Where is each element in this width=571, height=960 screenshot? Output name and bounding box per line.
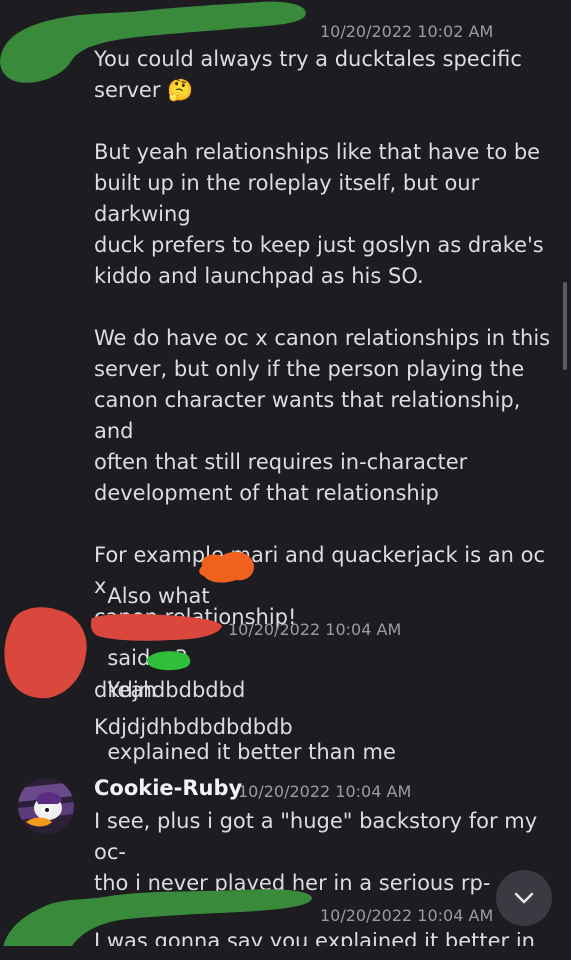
message-line xyxy=(94,292,554,323)
message-line xyxy=(94,509,554,540)
message-line xyxy=(94,106,554,137)
message-line: development of that relationship xyxy=(94,481,439,505)
message-line: kiddo and launchpad as his SO. xyxy=(94,264,424,288)
redacted-avatar xyxy=(4,607,87,699)
message-line: duck prefers to keep just goslyn as drak… xyxy=(94,233,544,257)
composer-edge xyxy=(0,946,571,960)
message-line: server, but only if the person playing t… xyxy=(94,357,525,381)
redacted-name xyxy=(90,614,222,641)
message-line: You could always try a ducktales specifi… xyxy=(94,47,522,71)
message-timestamp: 10/20/2022 10:04 AM xyxy=(228,620,402,639)
author-name[interactable]: Cookie-Ruby xyxy=(94,776,242,800)
message-line: built up in the roleplay itself, but our… xyxy=(94,171,486,226)
message-line: Yeah explained it better than me xyxy=(94,644,396,768)
avatar[interactable] xyxy=(18,778,74,834)
message-timestamp: 10/20/2022 10:04 AM xyxy=(320,906,494,925)
message-line: dkdjndbdbdbd xyxy=(94,678,246,702)
redacted-mention xyxy=(147,651,191,671)
message-content: You could always try a ducktales specifi… xyxy=(94,44,554,633)
chevron-down-icon xyxy=(514,892,534,904)
scrollbar[interactable] xyxy=(563,282,567,370)
message-timestamp: 10/20/2022 10:04 AM xyxy=(238,782,412,801)
message-line: We do have oc x canon relationships in t… xyxy=(94,326,551,350)
message-line: I was gonna say you explained it better … xyxy=(94,932,535,946)
message-line: But yeah relationships like that have to… xyxy=(94,140,541,164)
message-line: often that still requires in-character xyxy=(94,450,468,474)
message-line: server 🤔 xyxy=(94,78,194,102)
message-line: I see, plus i got a "huge" backstory for… xyxy=(94,809,544,864)
redacted-mention xyxy=(199,551,255,583)
duck-avatar-icon xyxy=(18,778,74,834)
jump-to-bottom-button[interactable] xyxy=(496,870,552,926)
followup-message: Kdjdjdhbdbdbdbdb xyxy=(94,715,293,739)
partial-message: I was gonna say you explained it better … xyxy=(94,932,554,946)
message-line: canon character wants that relationship,… xyxy=(94,388,528,443)
message-text-after: explained it better than me xyxy=(107,740,396,764)
followup-text-before: Also what xyxy=(107,584,210,608)
message-timestamp: 10/20/2022 10:02 AM xyxy=(320,22,494,41)
